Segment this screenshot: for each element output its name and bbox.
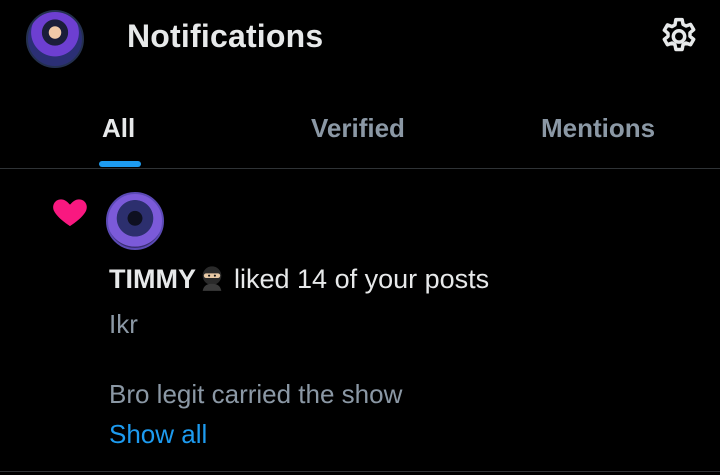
tab-all[interactable]: All <box>102 113 135 144</box>
notification-item[interactable]: TIMMY liked 14 of your posts Ikr Bro leg… <box>0 169 720 472</box>
top-app-bar: Notifications <box>0 0 720 80</box>
item-divider <box>0 471 720 472</box>
page-title: Notifications <box>127 18 324 54</box>
action-text: liked 14 of your posts <box>234 264 490 294</box>
tab-mentions[interactable]: Mentions <box>541 113 655 144</box>
post-snippet[interactable]: Ikr <box>109 309 138 340</box>
ninja-emoji-icon <box>202 266 222 291</box>
post-snippet[interactable]: Bro legit carried the show <box>109 379 402 410</box>
user-avatar[interactable] <box>106 192 164 250</box>
tab-bar: All Verified Mentions <box>0 105 720 168</box>
notification-text: TIMMY liked 14 of your posts <box>109 264 489 295</box>
profile-avatar[interactable] <box>26 10 84 68</box>
show-all-link[interactable]: Show all <box>109 419 207 450</box>
heart-icon <box>53 199 87 226</box>
user-name[interactable]: TIMMY <box>109 264 196 294</box>
gear-icon[interactable] <box>657 15 701 59</box>
tab-verified[interactable]: Verified <box>311 113 405 144</box>
active-tab-indicator <box>99 161 141 167</box>
